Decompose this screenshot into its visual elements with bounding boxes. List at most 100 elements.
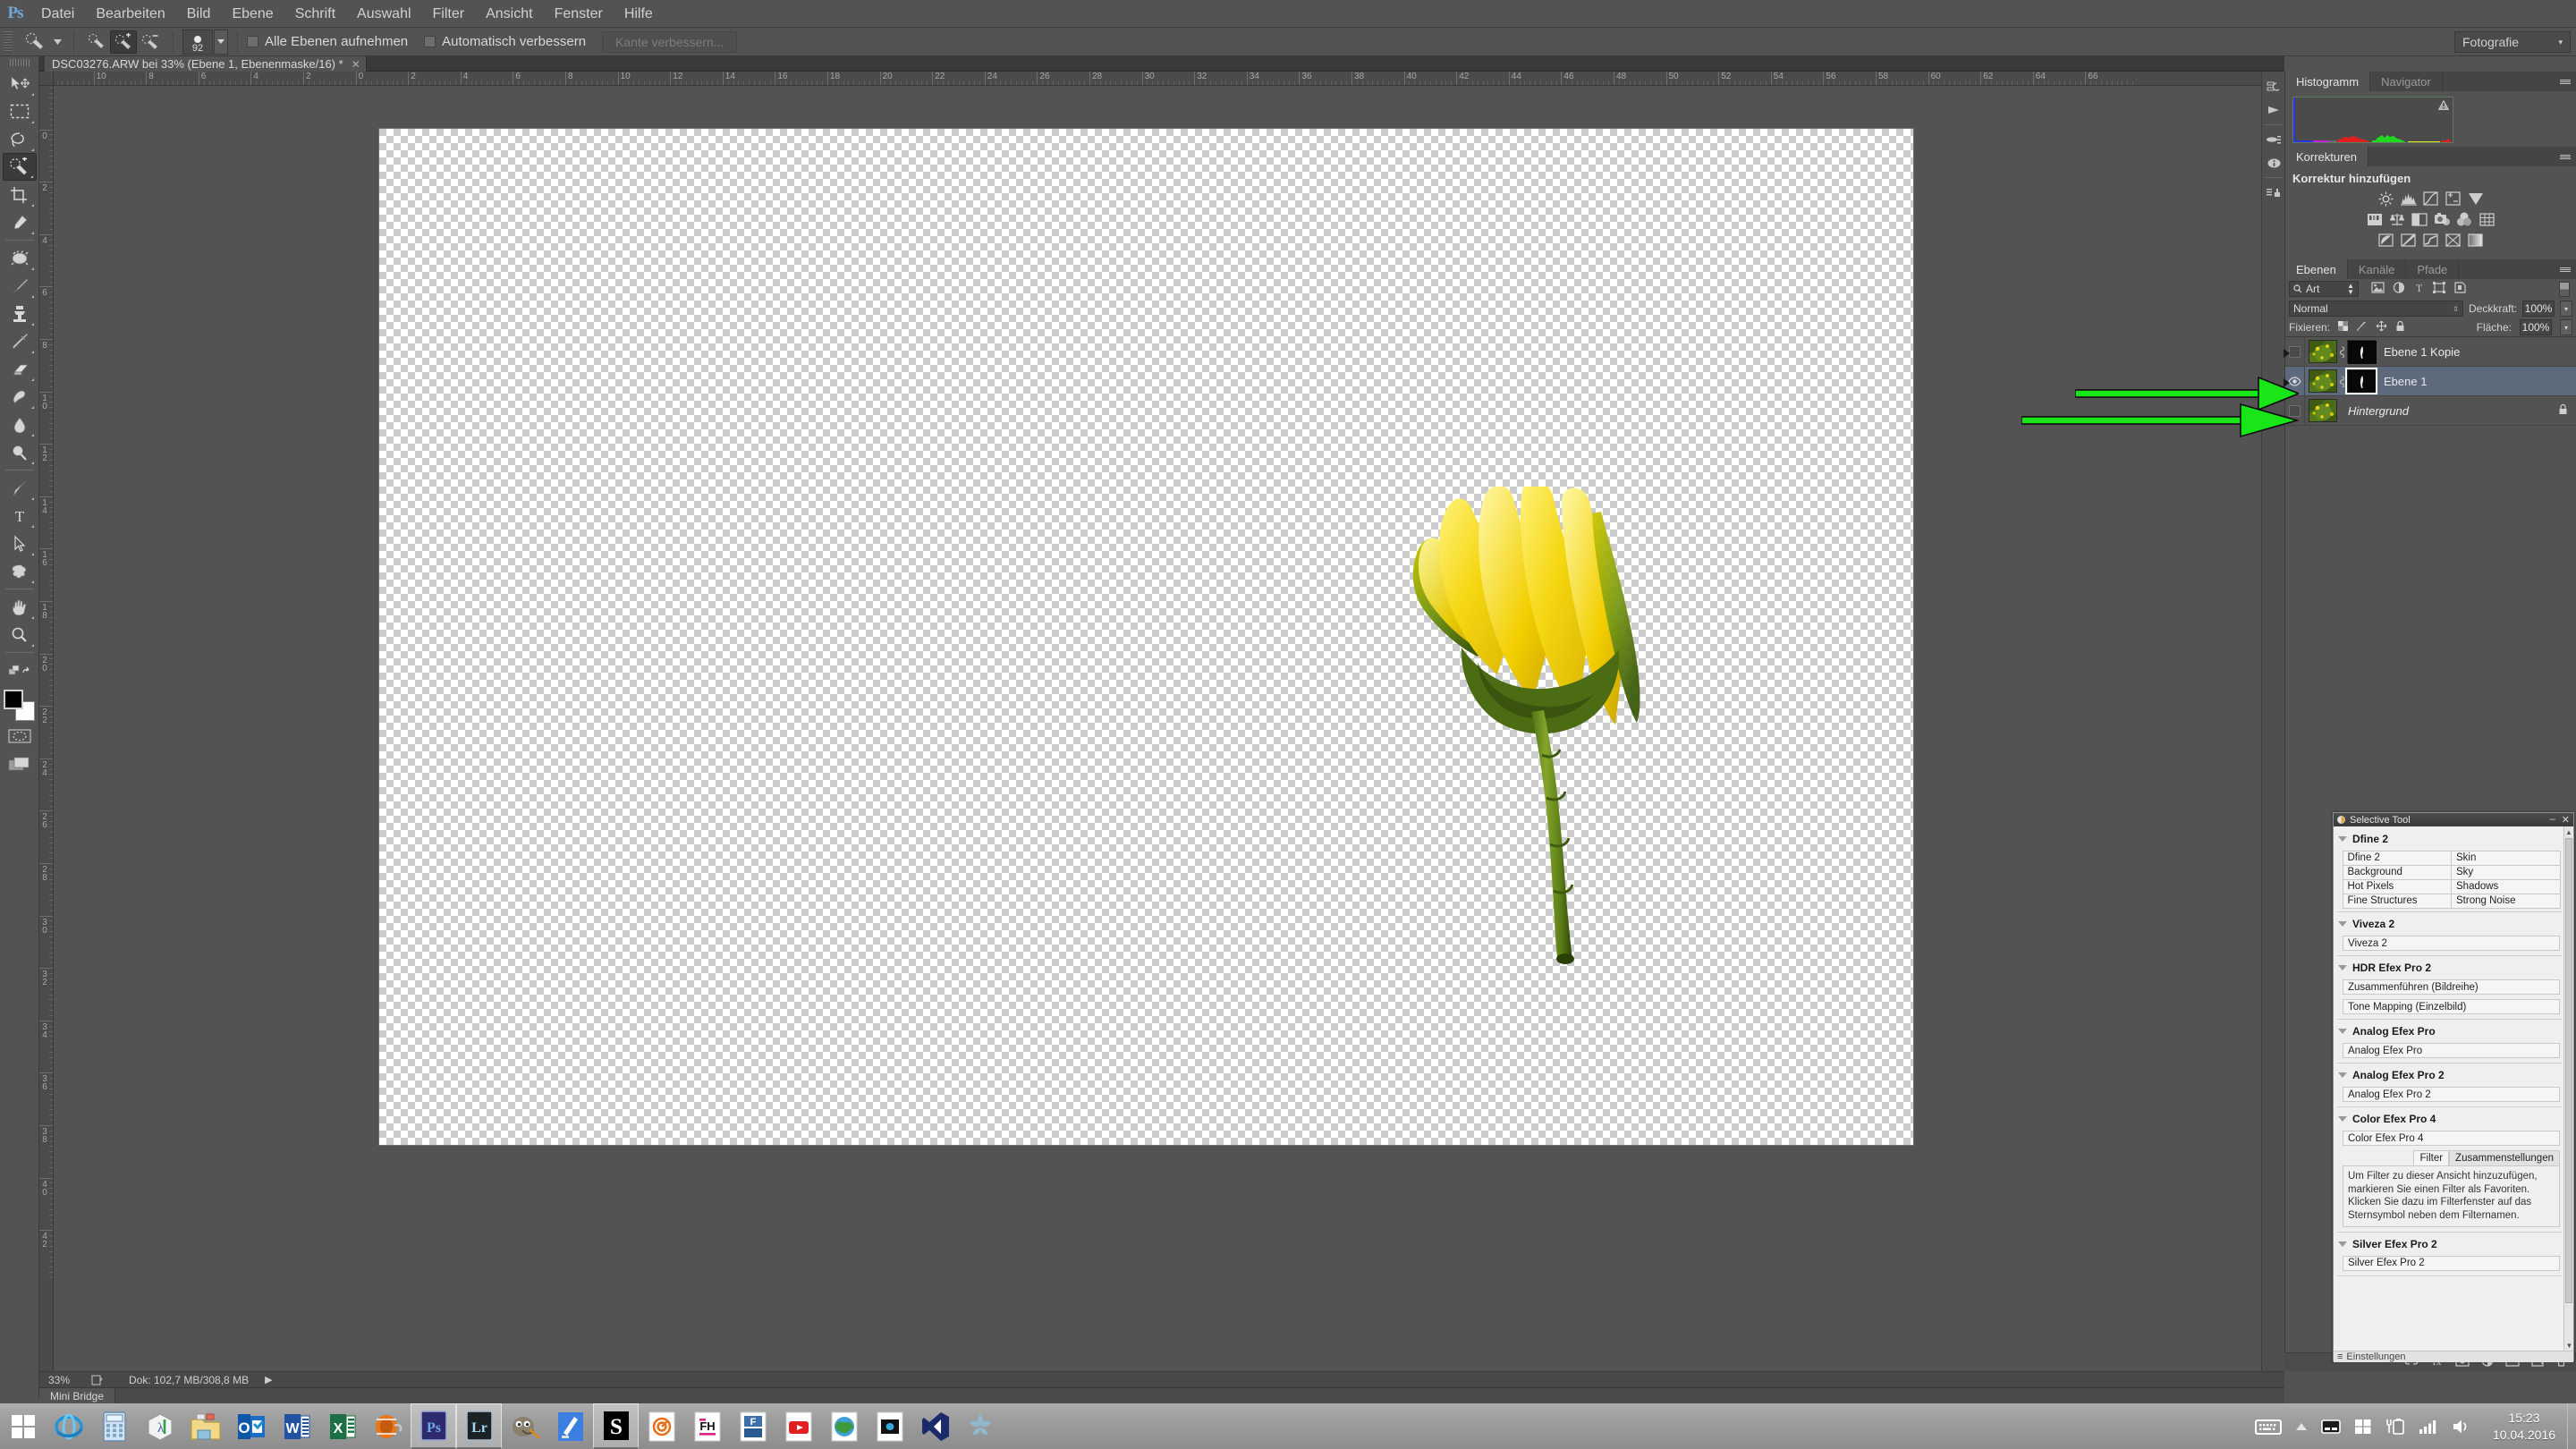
nik-item[interactable]: Silver Efex Pro 2 — [2343, 1256, 2560, 1271]
vertical-ruler[interactable]: 2024681012141618202224262830323436384042 — [39, 86, 54, 1371]
battery-icon[interactable] — [2385, 1418, 2405, 1436]
type-tool[interactable]: T — [3, 502, 37, 530]
layer-name[interactable]: Ebene 1 — [2384, 375, 2427, 388]
taskbar-item-math-app[interactable]: λ — [137, 1403, 182, 1449]
lasso-tool[interactable] — [3, 125, 37, 153]
brush-tool[interactable] — [3, 272, 37, 300]
gradient-map-icon[interactable] — [2445, 232, 2462, 248]
tab-ebenen[interactable]: Ebenen — [2285, 259, 2348, 279]
tab-navigator[interactable]: Navigator — [2370, 72, 2443, 91]
color-swatches[interactable] — [3, 688, 37, 722]
zoom-level[interactable]: 33% — [39, 1374, 86, 1386]
menu-item-schrift[interactable]: Schrift — [284, 0, 346, 28]
brush-size-field[interactable]: 92 — [182, 30, 213, 55]
nik-tab-filter[interactable]: Filter — [2413, 1150, 2449, 1165]
document-thumb-icon[interactable] — [86, 1375, 107, 1385]
layer-filter-toggle[interactable] — [2559, 282, 2570, 297]
shape-filter-icon[interactable] — [2433, 280, 2445, 298]
nik-tab-zusammenstellungen[interactable]: Zusammenstellungen — [2449, 1150, 2560, 1165]
curves-icon[interactable] — [2422, 191, 2440, 207]
foreground-color-swatch[interactable] — [4, 690, 23, 709]
tab-histogramm[interactable]: Histogramm — [2285, 72, 2370, 91]
lock-transparency-icon[interactable] — [2338, 321, 2348, 334]
pixel-filter-icon[interactable] — [2371, 280, 2385, 298]
blur-tool[interactable] — [3, 411, 37, 438]
quick-selection-tool[interactable] — [3, 153, 37, 181]
taskbar-item-visual-studio[interactable] — [912, 1403, 958, 1449]
warning-triangle-icon[interactable] — [2438, 100, 2449, 113]
document-tab[interactable]: DSC03276.ARW bei 33% (Ebene 1, Ebenenmas… — [45, 56, 367, 72]
nik-selective-tool-window[interactable]: Selective Tool – ✕ Dfine 2Dfine 2SkinBac… — [2333, 812, 2574, 1361]
levels-icon[interactable] — [2400, 191, 2418, 207]
nik-scrollbar[interactable]: ▲ ▼ — [2563, 826, 2573, 1351]
corrections-panel-menu-icon[interactable] — [2558, 150, 2572, 163]
show-desktop-button[interactable] — [2567, 1403, 2576, 1449]
taskbar-item-globe-browser[interactable] — [821, 1403, 867, 1449]
edit-toolbar-button[interactable] — [3, 657, 37, 684]
layer-mask-thumbnail[interactable] — [2347, 369, 2376, 393]
info-panel-icon[interactable] — [2262, 151, 2285, 174]
options-bar-grip[interactable] — [4, 31, 13, 53]
taskbar-item-film-scanner[interactable] — [365, 1403, 411, 1449]
clone-stamp-tool[interactable] — [3, 300, 37, 327]
layer-row-1[interactable]: Ebene 1 — [2285, 367, 2576, 396]
rectangular-marquee-tool[interactable] — [3, 97, 37, 125]
path-selection-tool[interactable] — [3, 530, 37, 557]
nik-item[interactable]: Tone Mapping (Einzelbild) — [2343, 999, 2560, 1014]
vibrance-icon[interactable] — [2467, 191, 2485, 207]
taskbar-item-orange-spiral-app[interactable] — [639, 1403, 684, 1449]
histogram-panel-menu-icon[interactable] — [2558, 75, 2572, 88]
layers-panel-menu-icon[interactable] — [2558, 263, 2572, 275]
action-center-icon[interactable] — [2321, 1419, 2341, 1434]
chevron-down-icon[interactable] — [2338, 921, 2347, 927]
nik-section-header[interactable]: Silver Efex Pro 2 — [2334, 1234, 2565, 1254]
taskbar-item-freehand[interactable]: FH — [684, 1403, 730, 1449]
gradient-tool[interactable] — [3, 383, 37, 411]
nik-section-header[interactable]: Color Efex Pro 4 — [2334, 1109, 2565, 1129]
taskbar-item-word[interactable]: W — [274, 1403, 319, 1449]
taskbar-item-photoshop[interactable]: Ps — [411, 1403, 456, 1449]
menu-item-fenster[interactable]: Fenster — [544, 0, 614, 28]
taskbar-item-foxit-reader[interactable]: F — [730, 1403, 775, 1449]
zoom-tool[interactable] — [3, 621, 37, 648]
eraser-tool[interactable] — [3, 355, 37, 383]
blend-mode-select[interactable]: Normal ⇳ — [2289, 301, 2463, 317]
taskbar-item-media-app[interactable] — [867, 1403, 912, 1449]
layer-filter-kind-select[interactable]: Art ▲▼ — [2289, 281, 2359, 297]
nik-item[interactable]: Color Efex Pro 4 — [2343, 1131, 2560, 1146]
type-filter-icon[interactable]: T — [2413, 280, 2425, 298]
chevron-down-icon[interactable] — [2338, 1072, 2347, 1078]
menu-item-ebene[interactable]: Ebene — [221, 0, 284, 28]
windows-icon[interactable] — [2354, 1419, 2372, 1435]
nik-item[interactable]: Analog Efex Pro 2 — [2343, 1087, 2560, 1102]
taskbar-item-blue-flower-app[interactable] — [958, 1403, 1004, 1449]
menu-item-filter[interactable]: Filter — [422, 0, 476, 28]
tab-mini-bridge[interactable]: Mini Bridge — [39, 1388, 115, 1404]
chevron-down-icon[interactable] — [2338, 1241, 2347, 1247]
tools-panel-grip[interactable] — [10, 59, 30, 66]
auto-enhance-checkbox[interactable] — [424, 36, 436, 47]
fill-value[interactable]: 100% — [2520, 319, 2552, 335]
selection-mode-subtract-button[interactable] — [137, 30, 164, 54]
chevron-down-icon[interactable] — [2338, 1116, 2347, 1122]
opacity-slider-dropdown[interactable]: ▾ — [2560, 301, 2572, 317]
nik-section-header[interactable]: Viveza 2 — [2334, 914, 2565, 934]
nik-section-header[interactable]: Analog Efex Pro 2 — [2334, 1065, 2565, 1085]
properties-panel-icon[interactable] — [2262, 181, 2285, 204]
taskbar-item-gimp[interactable] — [502, 1403, 547, 1449]
nik-section-header[interactable]: HDR Efex Pro 2 — [2334, 958, 2565, 978]
brush-preset-dropdown[interactable] — [50, 39, 64, 45]
menu-item-ansicht[interactable]: Ansicht — [475, 0, 543, 28]
lock-image-icon[interactable] — [2356, 321, 2368, 335]
menu-item-bearbeiten[interactable]: Bearbeiten — [85, 0, 175, 28]
fill-slider-dropdown[interactable]: ▾ — [2560, 319, 2572, 335]
color-lookup-icon[interactable] — [2478, 211, 2496, 227]
menu-item-auswahl[interactable]: Auswahl — [346, 0, 421, 28]
minimize-icon[interactable]: – — [2550, 814, 2555, 826]
start-button[interactable] — [0, 1403, 46, 1449]
keyboard-icon[interactable] — [2255, 1418, 2282, 1436]
adjustment-filter-icon[interactable] — [2393, 280, 2405, 298]
nik-scroll-thumb[interactable] — [2565, 838, 2572, 1303]
nik-item[interactable]: Dfine 2 — [2343, 851, 2453, 866]
taskbar-item-youtube[interactable] — [775, 1403, 821, 1449]
